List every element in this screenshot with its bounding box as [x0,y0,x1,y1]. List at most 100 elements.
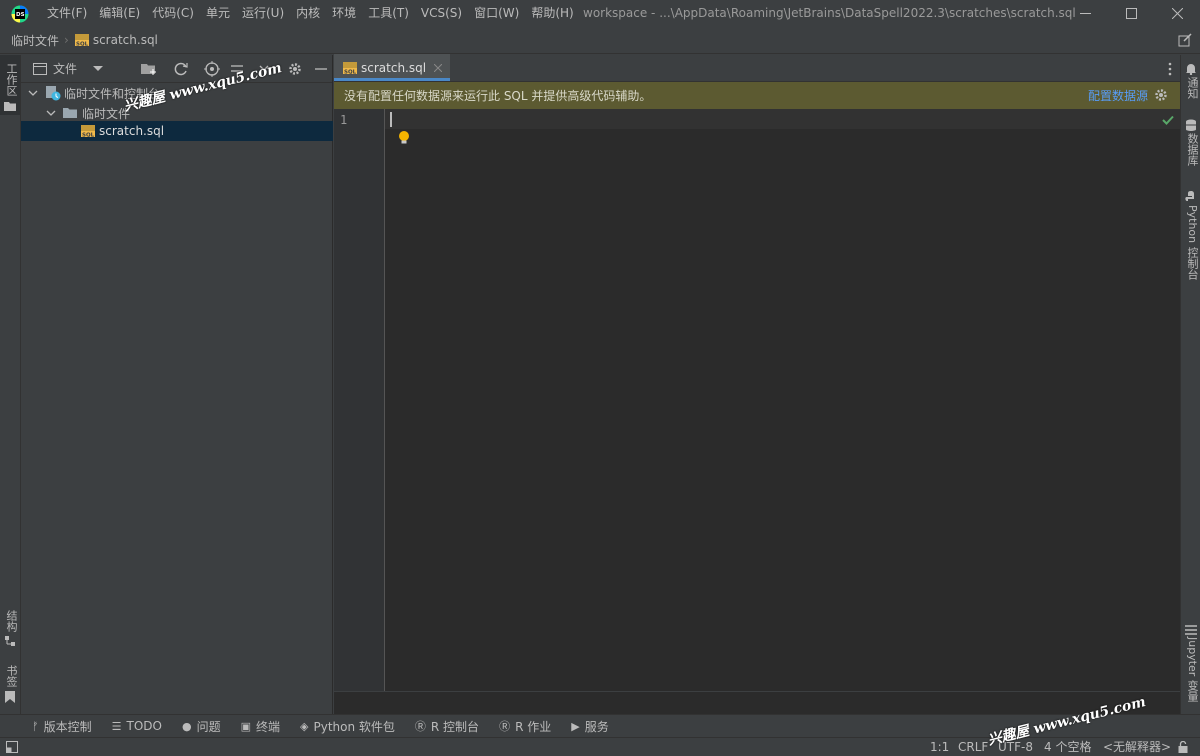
close-tab-icon[interactable] [434,63,443,72]
tool-label: TODO [126,719,162,733]
problems-tool-button[interactable]: ● 问题 [182,718,221,735]
indent-setting[interactable]: 4 个空格 [1044,738,1091,756]
breadcrumb-scratches[interactable]: 临时文件 [11,32,59,49]
menu-help[interactable]: 帮助(H) [525,0,579,27]
python-console-tool-button[interactable]: Python 控制台 [1181,191,1200,280]
minimize-button[interactable] [1062,0,1108,27]
tree-item-scratch-sql[interactable]: SQL scratch.sql [21,121,333,141]
text-caret [390,112,392,127]
problems-icon: ● [181,719,192,733]
menu-window[interactable]: 窗口(W) [468,0,525,27]
r-console-tool-button[interactable]: Ⓡ R 控制台 [415,718,479,735]
database-label: 数据库 [1186,133,1199,166]
notifications-label: 通知 [1186,77,1199,99]
tool-label: 版本控制 [43,719,92,734]
breadcrumb-file-label: scratch.sql [92,33,158,47]
chevron-down-icon [93,65,104,71]
python-packages-tool-button[interactable]: ◈ Python 软件包 [300,718,395,735]
close-button[interactable] [1154,0,1200,27]
view-selector-label: 文件 [53,62,78,76]
editor-bottom-area [334,691,1180,714]
tree-item-scratches-folder[interactable]: 临时文件 [21,103,333,123]
code-editor[interactable] [385,109,1180,691]
svg-text:SQL: SQL [82,133,95,139]
more-options-icon[interactable] [1168,62,1172,76]
menu-tools[interactable]: 工具(T) [362,0,415,27]
active-tab-indicator [334,78,451,81]
tool-label: 问题 [196,719,221,734]
folder-icon [4,102,16,111]
menu-environment[interactable]: 环境 [326,0,362,27]
chevron-down-icon [28,90,38,96]
new-folder-icon[interactable] [141,62,157,76]
dataspell-logo-icon[interactable]: DS [9,3,31,25]
lightbulb-icon[interactable] [398,130,410,146]
chevron-down-icon [46,110,56,116]
svg-text:SQL: SQL [344,69,357,75]
gear-icon[interactable] [1154,88,1168,102]
current-line-highlight [385,109,1180,129]
menu-edit[interactable]: 编辑(E) [93,0,146,27]
jupyter-variables-label: Jupyter 变量 [1186,637,1199,702]
todo-icon: ☰ [111,719,122,733]
tab-label: scratch.sql [361,60,427,75]
title-bar: DS 文件(F) 编辑(E) 代码(C) 单元 运行(U) 内核 环境 工具(T… [0,0,1200,27]
services-icon: ▶ [571,719,580,733]
view-selector[interactable]: 文件 [33,60,104,77]
r-jobs-icon: Ⓡ [499,720,511,733]
svg-text:DS: DS [16,12,25,18]
editor-gutter: 1 [334,109,385,691]
jupyter-variables-tool-button[interactable]: Jupyter 变量 [1181,625,1200,702]
tab-scratch-sql[interactable]: SQL scratch.sql [334,54,451,81]
maximize-button[interactable] [1108,0,1154,27]
menu-cell[interactable]: 单元 [200,0,236,27]
line-separator[interactable]: CRLF [958,738,988,756]
tree-item-label: 临时文件 [82,106,131,121]
tool-label: R 作业 [515,719,552,734]
chevron-right-icon: › [64,33,69,47]
menu-vcs[interactable]: VCS(S) [415,0,468,27]
panel-toggle-icon[interactable] [6,741,18,753]
tool-label: 服务 [584,719,609,734]
interpreter-selector[interactable]: <无解释器> [1103,738,1171,756]
breadcrumb: 临时文件 › SQL scratch.sql [11,32,158,49]
maximize-icon [1125,8,1137,19]
notifications-tool-button[interactable]: 通知 [1181,63,1200,99]
menu-code[interactable]: 代码(C) [146,0,200,27]
scratches-icon [46,86,61,101]
vcs-icon: ᚠ [32,719,39,733]
bookmarks-tool-button[interactable]: 书签 [0,665,20,705]
edit-icon[interactable] [1178,33,1192,47]
editor-area: SQL scratch.sql 没有配置任何数据源来运行此 SQL 并提供高级代… [334,54,1180,714]
configure-datasource-link[interactable]: 配置数据源 [1088,87,1148,104]
terminal-tool-button[interactable]: ▣ 终端 [241,718,280,735]
r-jobs-tool-button[interactable]: Ⓡ R 作业 [499,718,551,735]
menu-kernel[interactable]: 内核 [290,0,326,27]
database-tool-button[interactable]: 数据库 [1181,119,1200,166]
left-tool-strip: 工作区 结构 书签 [0,55,21,714]
svg-text:SQL: SQL [76,42,89,48]
menu-run[interactable]: 运行(U) [236,0,290,27]
r-console-icon: Ⓡ [414,720,426,733]
tool-label: Python 软件包 [313,719,395,734]
todo-tool-button[interactable]: ☰ TODO [112,719,162,733]
breadcrumb-file[interactable]: SQL scratch.sql [74,32,158,48]
bookmark-icon [5,691,15,703]
structure-icon [5,636,15,646]
refresh-icon[interactable] [173,61,189,77]
hide-panel-icon[interactable] [315,63,327,75]
version-control-tool-button[interactable]: ᚠ 版本控制 [32,718,92,735]
close-icon [1171,8,1183,19]
sql-file-icon: SQL [74,34,89,48]
services-tool-button[interactable]: ▶ 服务 [571,718,608,735]
banner-message: 没有配置任何数据源来运行此 SQL 并提供高级代码辅助。 [344,89,652,103]
list-icon [1185,625,1197,635]
structure-tool-button[interactable]: 结构 [0,610,20,650]
terminal-icon: ▣ [240,719,251,733]
main-menu: 文件(F) 编辑(E) 代码(C) 单元 运行(U) 内核 环境 工具(T) V… [41,0,580,27]
lock-icon[interactable] [1178,741,1188,753]
caret-position[interactable]: 1:1 [930,738,949,756]
workspace-tool-button[interactable]: 工作区 [0,55,20,115]
menu-file[interactable]: 文件(F) [41,0,93,27]
gear-icon[interactable] [288,62,302,76]
